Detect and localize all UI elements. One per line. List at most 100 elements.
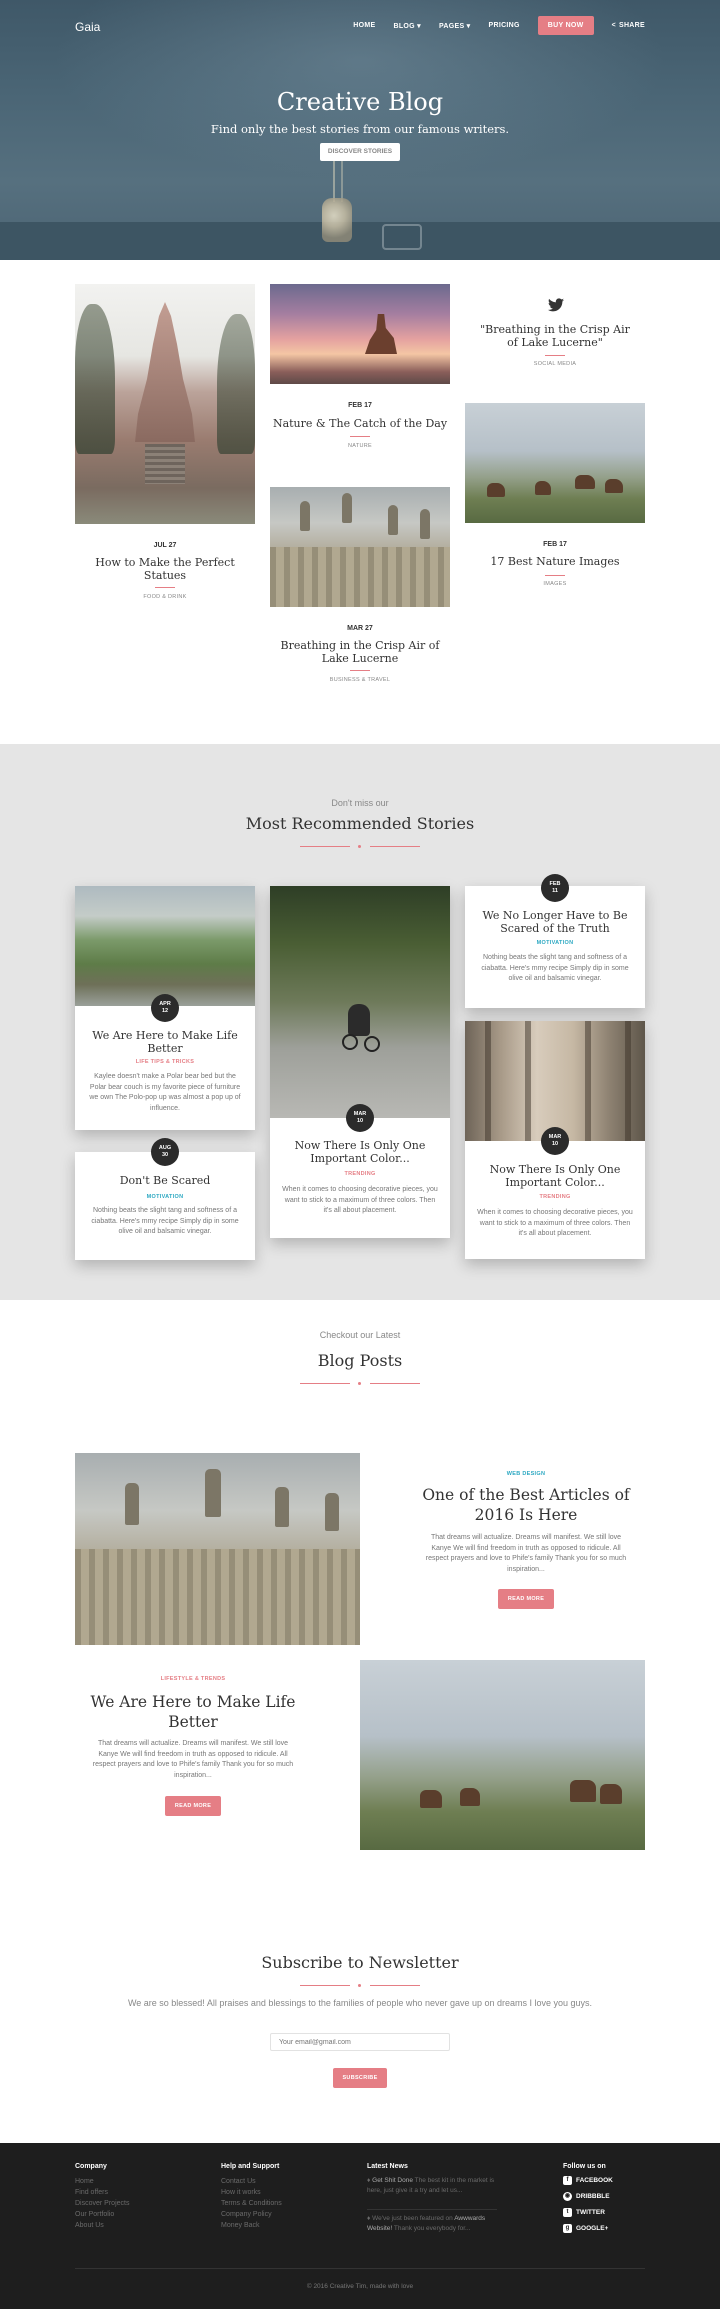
cathedral-interior-image [465, 1021, 645, 1141]
date-badge: APR 12 [151, 994, 179, 1022]
email-input[interactable] [270, 2033, 450, 2051]
twitter-icon: ♦ [367, 2177, 371, 2184]
footer-link[interactable]: About Us [75, 2220, 104, 2232]
share-icon: < [611, 22, 616, 29]
footer-link[interactable]: Discover Projects [75, 2198, 129, 2210]
facebook-icon: f [563, 2176, 572, 2185]
card-title[interactable]: Now There Is Only One Important Color... [285, 1139, 435, 1165]
copyright: © 2016 Creative Tim, made with love [306, 2283, 414, 2290]
footer-link[interactable]: Our Portfolio [75, 2209, 114, 2221]
card-tag: TRENDING [344, 1171, 376, 1177]
nav-home[interactable]: HOME [353, 22, 375, 29]
nav-pages[interactable]: PAGES ▾ [439, 22, 471, 30]
newsletter-title: Subscribe to Newsletter [261, 1953, 459, 1972]
nav-pricing[interactable]: PRICING [489, 22, 520, 29]
footer-link[interactable]: Money Back [221, 2220, 260, 2232]
sunset-rock-image[interactable] [270, 284, 450, 384]
footer-help-heading: Help and Support [221, 2163, 280, 2170]
card-tag: TRENDING [539, 1194, 571, 1200]
card-text: Nothing beats the slight tang and softne… [91, 1207, 239, 1235]
facebook-link[interactable]: f FACEBOOK [563, 2176, 613, 2185]
story-date: FEB 17 [543, 541, 567, 548]
story-date: FEB 17 [348, 402, 372, 409]
brand-logo[interactable]: Gaia [75, 20, 100, 34]
footer-link[interactable]: Find offers [75, 2187, 108, 2199]
card-text: When it comes to choosing decorative pie… [477, 1209, 633, 1237]
card-text: When it comes to choosing decorative pie… [282, 1186, 438, 1214]
story-date: MAR 27 [347, 625, 373, 632]
subscribe-button[interactable]: SUBSCRIBE [333, 2068, 387, 2088]
story-card[interactable] [465, 886, 645, 1008]
date-badge: FEB 11 [541, 874, 569, 902]
temple-image[interactable] [75, 284, 255, 524]
nav-blog[interactable]: BLOG ▾ [393, 22, 420, 30]
footer-link[interactable]: How it works [221, 2187, 261, 2199]
story-category: FOOD & DRINK [143, 594, 187, 600]
story-category: IMAGES [543, 581, 567, 587]
dribbble-icon: ◉ [563, 2192, 572, 2201]
card-tag: MOTIVATION [536, 940, 574, 946]
mountain-image [75, 886, 255, 1006]
google-plus-link[interactable]: g GOOGLE+ [563, 2224, 608, 2233]
card-text: Kaylee doesn't make a Polar bear bed but… [89, 1073, 241, 1112]
read-more-button[interactable]: READ MORE [165, 1796, 221, 1816]
discover-stories-button[interactable]: DISCOVER STORIES [320, 143, 400, 161]
read-more-button[interactable]: READ MORE [498, 1589, 554, 1609]
story-date: JUL 27 [153, 542, 177, 549]
story-category: NATURE [347, 443, 372, 449]
post-title[interactable]: We Are Here to Make Life Better [82, 1692, 304, 1732]
card-tag: LIFE TIPS & TRICKS [135, 1059, 195, 1065]
nav-menu: HOME BLOG ▾ PAGES ▾ PRICING BUY NOW < SH… [335, 16, 645, 35]
navbar: Gaia HOME BLOG ▾ PAGES ▾ PRICING BUY NOW… [0, 16, 720, 42]
latest-pre: Checkout our Latest [319, 1330, 401, 1340]
hero-section: Gaia HOME BLOG ▾ PAGES ▾ PRICING BUY NOW… [0, 0, 720, 260]
news-item[interactable]: ♦ Get Shit Done The best kit in the mark… [367, 2176, 497, 2196]
story-title[interactable]: Nature & The Catch of the Day [270, 417, 450, 431]
post-text: That dreams will actualize. Dreams will … [92, 1740, 294, 1779]
card-title[interactable]: We Are Here to Make Life Better [90, 1029, 240, 1055]
twitter-icon [548, 298, 564, 312]
date-badge: MAR 10 [541, 1127, 569, 1155]
news-item[interactable]: ♦ We've just been featured on Awwwards W… [367, 2214, 497, 2234]
dribbble-link[interactable]: ◉ DRIBBBLE [563, 2192, 610, 2201]
card-title[interactable]: We No Longer Have to Be Scared of the Tr… [480, 909, 630, 935]
recommended-pre: Don't miss our [331, 798, 389, 808]
date-badge: AUG 30 [151, 1138, 179, 1166]
card-tag: MOTIVATION [146, 1194, 184, 1200]
cyclist-image [270, 886, 450, 1118]
share-button[interactable]: < SHARE [612, 22, 645, 29]
latest-title: Blog Posts [317, 1351, 403, 1370]
twitter-icon: t [563, 2208, 572, 2217]
post-image-cathedral[interactable] [75, 1453, 360, 1645]
story-category: SOCIAL MEDIA [533, 361, 577, 367]
card-title[interactable]: Don't Be Scared [75, 1174, 255, 1188]
story-title[interactable]: 17 Best Nature Images [465, 555, 645, 569]
twitter-link[interactable]: t TWITTER [563, 2208, 605, 2217]
footer-follow-heading: Follow us on [563, 2163, 606, 2170]
post-tag: LIFESTYLE & TRENDS [160, 1676, 226, 1682]
footer-link[interactable]: Home [75, 2176, 94, 2188]
footer-link[interactable]: Company Policy [221, 2209, 272, 2221]
date-badge: MAR 10 [346, 1104, 374, 1132]
card-text: Nothing beats the slight tang and softne… [481, 954, 629, 982]
post-image-horses[interactable] [360, 1660, 645, 1850]
story-title[interactable]: How to Make the Perfect Statues [90, 556, 240, 582]
tweet-text: "Breathing in the Crisp Air of Lake Luce… [480, 323, 630, 349]
story-category: BUSINESS & TRAVEL [329, 677, 391, 683]
google-plus-icon: g [563, 2224, 572, 2233]
footer-company-heading: Company [75, 2163, 107, 2170]
footer-link[interactable]: Terms & Conditions [221, 2198, 282, 2210]
share-label: SHARE [618, 22, 645, 29]
story-title[interactable]: Breathing in the Crisp Air of Lake Lucer… [280, 639, 440, 665]
footer-news-heading: Latest News [367, 2163, 408, 2170]
footer-link[interactable]: Contact Us [221, 2176, 256, 2188]
horses-image[interactable] [465, 403, 645, 523]
cathedral-image[interactable] [270, 487, 450, 607]
recommended-title: Most Recommended Stories [245, 814, 475, 833]
twitter-icon: ♦ [367, 2215, 371, 2222]
hero-subtitle: Find only the best stories from our famo… [210, 122, 510, 136]
post-title[interactable]: One of the Best Articles of 2016 Is Here [415, 1485, 637, 1525]
newsletter-text: We are so blessed! All praises and bless… [127, 1998, 593, 2008]
card-title[interactable]: Now There Is Only One Important Color... [480, 1163, 630, 1189]
buy-now-button[interactable]: BUY NOW [537, 16, 594, 35]
